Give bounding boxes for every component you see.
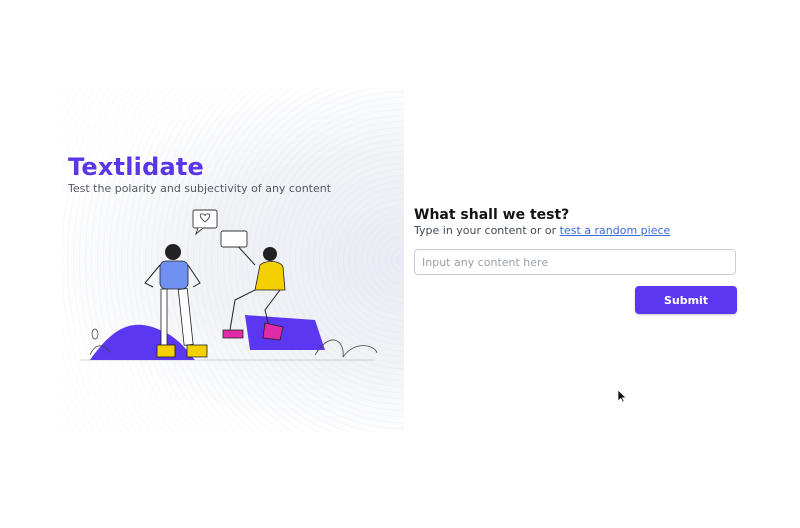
form-help-prefix: Type in your content or or — [414, 224, 560, 237]
app-subtitle: Test the polarity and subjectivity of an… — [68, 182, 332, 195]
app-title: Textlidate — [68, 153, 204, 181]
hero-illustration — [80, 209, 378, 361]
heart-bubble — [192, 209, 218, 236]
form-help-text: Type in your content or or test a random… — [414, 224, 670, 237]
cursor-arrow-icon — [617, 389, 627, 403]
content-input[interactable] — [414, 249, 736, 275]
purple-book-right — [245, 315, 325, 350]
submit-button[interactable]: Submit — [635, 286, 737, 314]
form-title: What shall we test? — [414, 207, 570, 223]
random-piece-link[interactable]: test a random piece — [560, 224, 671, 237]
purple-mound-left — [90, 324, 195, 360]
